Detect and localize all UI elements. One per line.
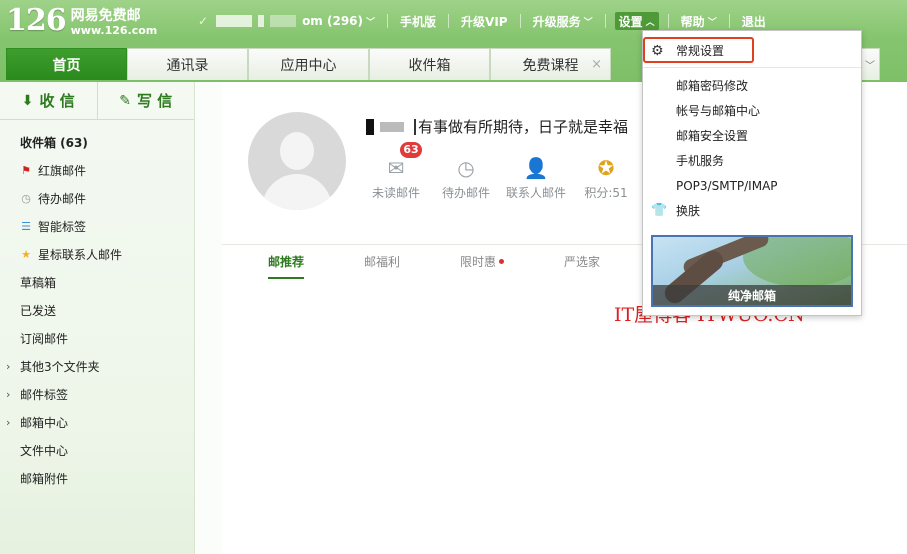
folder-mailbox-center[interactable]: › 邮箱中心 [0, 408, 194, 436]
chevron-down-icon: ﹀ [583, 17, 593, 28]
account-menu[interactable]: ✓ om (296) ﹀ [195, 11, 378, 31]
contact-star-icon: 👤 [523, 156, 549, 180]
folder-inbox[interactable]: 收件箱 (63) [0, 128, 194, 156]
folder-flagged[interactable]: ⚑ 红旗邮件 [0, 156, 194, 184]
envelope-icon: ✉ [387, 156, 405, 180]
unread-badge: 63 [400, 142, 422, 158]
pencil-icon: ✎ [119, 92, 131, 109]
sidebar: ⬇ 收 信 ✎ 写 信 收件箱 (63) ⚑ 红旗邮件 ◷ 待办邮件 ☰ 智能标签 ★… [0, 82, 195, 554]
settings-dropdown: ⚙ 常规设置 邮箱密码修改 帐号与邮箱中心 邮箱安全设置 手机服务 POP3/S… [642, 30, 862, 316]
chevron-up-icon: ︿ [645, 17, 655, 28]
redacted-name [366, 118, 374, 135]
avatar[interactable] [248, 112, 346, 210]
folder-todo[interactable]: ◷ 待办邮件 [0, 184, 194, 212]
logo[interactable]: 126 网易免费邮 www.126.com [6, 4, 157, 38]
folder-other[interactable]: › 其他3个文件夹 [0, 352, 194, 380]
folder-mail-tags[interactable]: › 邮件标签 [0, 380, 194, 408]
folder-starred-contacts[interactable]: ★ 星标联系人邮件 [0, 240, 194, 268]
greeting-text[interactable]: 有事做有所期待，日子就是幸福 [418, 116, 628, 137]
help-menu[interactable]: 帮助 ﹀ [678, 11, 720, 31]
logo-url: www.126.com [70, 24, 158, 37]
folder-subscriptions[interactable]: 订阅邮件 [0, 324, 194, 352]
menu-change-skin[interactable]: 👕 换肤 [643, 198, 861, 223]
folder-sent[interactable]: 已发送 [0, 296, 194, 324]
folder-drafts[interactable]: 草稿箱 [0, 268, 194, 296]
chevron-right-icon[interactable]: › [6, 360, 10, 373]
highlight-box [643, 37, 754, 63]
chevron-down-icon: ﹀ [707, 17, 717, 28]
main-tabs: 首页 通讯录 应用中心 收件箱 免费课程 × [6, 48, 611, 80]
folder-smart-tags[interactable]: ☰ 智能标签 [0, 212, 194, 240]
menu-change-password[interactable]: 邮箱密码修改 [643, 73, 861, 98]
mobile-version-link[interactable]: 手机版 [397, 11, 439, 31]
stat-contacts[interactable]: 👤 联系人邮件 [502, 154, 570, 201]
stat-todo[interactable]: ◷ 待办邮件 [432, 154, 500, 201]
redacted-account [216, 15, 253, 27]
menu-security-settings[interactable]: 邮箱安全设置 [643, 123, 861, 148]
upgrade-service-menu[interactable]: 升级服务 ﹀ [530, 11, 596, 31]
skin-preview[interactable]: 纯净邮箱 [651, 235, 853, 307]
star-icon: ★ [21, 247, 31, 261]
clock-icon: ◷ [457, 156, 475, 180]
stat-unread[interactable]: ✉ 63 未读邮件 [362, 142, 430, 201]
logout-link[interactable]: 退出 [739, 11, 769, 31]
shirt-icon: 👕 [651, 203, 668, 218]
close-icon[interactable]: × [591, 57, 602, 72]
menu-pop3-smtp-imap[interactable]: POP3/SMTP/IMAP [643, 173, 861, 198]
tab-inbox[interactable]: 收件箱 [369, 48, 490, 80]
new-dot [499, 259, 505, 264]
upgrade-vip-link[interactable]: 升级VIP [458, 11, 511, 31]
stat-points[interactable]: ✪ 积分:51 [572, 154, 640, 201]
subtab-recommend[interactable]: 邮推荐 [268, 245, 305, 279]
logo-number: 126 [6, 3, 67, 38]
top-nav: ✓ om (296) ﹀ 手机版 升级VIP 升级服务 ﹀ 设置 ︿ 帮助 ﹀ 退出 [195, 11, 769, 31]
tabs-more-button[interactable]: ﹀ [860, 48, 880, 80]
tab-contacts[interactable]: 通讯录 [127, 48, 248, 80]
logo-name: 网易免费邮 [70, 8, 141, 24]
tag-stack-icon: ☰ [21, 219, 31, 233]
download-icon: ⬇ [21, 92, 34, 109]
check-icon: ✓ [198, 14, 209, 28]
compose-button[interactable]: ✎ 写 信 [98, 82, 195, 119]
chevron-down-icon: ﹀ [366, 17, 376, 28]
tab-app-center[interactable]: 应用中心 [248, 48, 369, 80]
coin-icon: ✪ [597, 156, 615, 180]
tab-free-course[interactable]: 免费课程 × [490, 48, 611, 80]
chevron-right-icon[interactable]: › [6, 416, 10, 429]
menu-mobile-service[interactable]: 手机服务 [643, 148, 861, 173]
folder-file-center[interactable]: 文件中心 [0, 436, 194, 464]
menu-account-center[interactable]: 帐号与邮箱中心 [643, 98, 861, 123]
subtab-welfare[interactable]: 邮福利 [364, 245, 400, 279]
account-label: om (296) [302, 14, 364, 28]
clock-icon: ◷ [21, 191, 31, 205]
chevron-down-icon: ﹀ [865, 61, 875, 72]
subtab-limited-deals[interactable]: 限时惠 [460, 245, 505, 279]
folder-list: 收件箱 (63) ⚑ 红旗邮件 ◷ 待办邮件 ☰ 智能标签 ★ 星标联系人邮件 草稿箱 … [0, 120, 194, 492]
subtab-yanxuan[interactable]: 严选家 [564, 245, 600, 279]
tab-home[interactable]: 首页 [6, 48, 127, 80]
folder-attachments[interactable]: 邮箱附件 [0, 464, 194, 492]
receive-mail-button[interactable]: ⬇ 收 信 [0, 82, 98, 119]
red-flag-icon: ⚑ [21, 163, 31, 177]
greeting: 有事做有所期待，日子就是幸福 [366, 116, 628, 137]
chevron-right-icon[interactable]: › [6, 388, 10, 401]
settings-menu-button[interactable]: 设置 ︿ [614, 12, 659, 30]
skin-name: 纯净邮箱 [653, 285, 851, 305]
